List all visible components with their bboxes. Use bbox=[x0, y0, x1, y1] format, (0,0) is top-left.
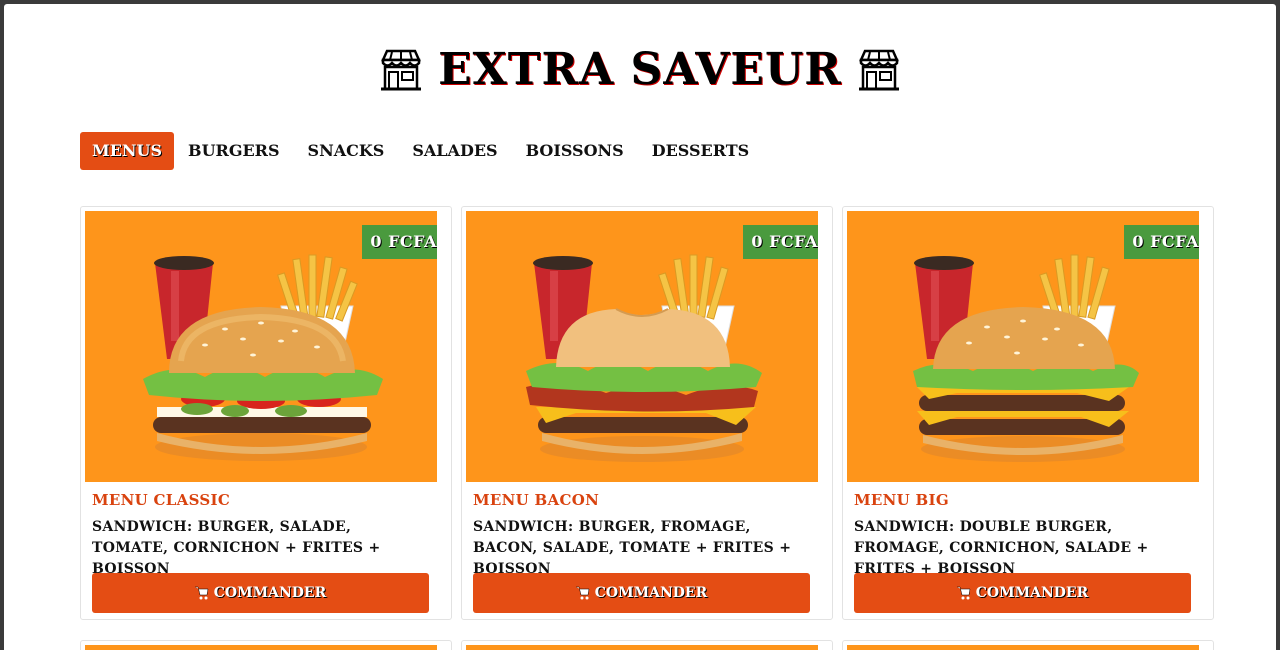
double-burger-menu-image: 0 FCFA bbox=[847, 211, 1199, 482]
store-icon bbox=[856, 48, 902, 92]
cart-icon bbox=[575, 586, 590, 600]
order-button-label: COMMANDER bbox=[594, 585, 708, 601]
nav-tab-burgers[interactable]: BURGERS bbox=[174, 132, 293, 170]
price-badge: 0 FCFA bbox=[1124, 225, 1199, 259]
menu-description: SANDWICH: BURGER, SALADE, TOMATE, CORNIC… bbox=[92, 519, 381, 577]
order-button[interactable]: COMMANDER bbox=[92, 573, 429, 613]
menu-title: MENU BIG bbox=[854, 491, 949, 509]
price-badge: 0 FCFA bbox=[362, 225, 437, 259]
next-row-cards bbox=[80, 640, 1214, 650]
menu-card-partial bbox=[461, 640, 833, 650]
menu-description: SANDWICH: DOUBLE BURGER, FROMAGE, CORNIC… bbox=[854, 519, 1149, 577]
menu-card-partial bbox=[842, 640, 1214, 650]
order-button-label: COMMANDER bbox=[213, 585, 327, 601]
menu-title: MENU BACON bbox=[473, 491, 600, 509]
menu-grid: 0 FCFA MENU CLASSIC SANDWICH: BURGER, SA… bbox=[80, 206, 1214, 620]
order-button-label: COMMANDER bbox=[975, 585, 1089, 601]
menu-card: 0 FCFA MENU BACON SANDWICH: BURGER, FROM… bbox=[461, 206, 833, 620]
menu-card-partial bbox=[80, 640, 452, 650]
burger-menu-image: 0 FCFA bbox=[85, 211, 437, 482]
browser-viewport: EXTRA SAVEUR MENUS BURGERS SNACKS SALADE… bbox=[4, 4, 1276, 650]
site-title: EXTRA SAVEUR bbox=[438, 44, 842, 95]
nav-tab-menus[interactable]: MENUS bbox=[80, 132, 175, 170]
category-nav: MENUS BURGERS SNACKS SALADES BOISSONS DE… bbox=[80, 132, 763, 170]
menu-card: 0 FCFA MENU CLASSIC SANDWICH: BURGER, SA… bbox=[80, 206, 452, 620]
nav-tab-snacks[interactable]: SNACKS bbox=[294, 132, 399, 170]
cart-icon bbox=[956, 586, 971, 600]
bacon-burger-menu-image: 0 FCFA bbox=[466, 211, 818, 482]
order-button[interactable]: COMMANDER bbox=[854, 573, 1191, 613]
menu-description: SANDWICH: BURGER, FROMAGE, BACON, SALADE… bbox=[473, 519, 792, 577]
nav-tab-desserts[interactable]: DESSERTS bbox=[638, 132, 764, 170]
store-icon bbox=[378, 48, 424, 92]
nav-tab-boissons[interactable]: BOISSONS bbox=[512, 132, 638, 170]
price-badge: 0 FCFA bbox=[743, 225, 818, 259]
order-button[interactable]: COMMANDER bbox=[473, 573, 810, 613]
nav-tab-salades[interactable]: SALADES bbox=[398, 132, 511, 170]
menu-title: MENU CLASSIC bbox=[92, 491, 231, 509]
cart-icon bbox=[194, 586, 209, 600]
menu-card: 0 FCFA MENU BIG SANDWICH: DOUBLE BURGER,… bbox=[842, 206, 1214, 620]
site-header: EXTRA SAVEUR bbox=[4, 44, 1276, 95]
